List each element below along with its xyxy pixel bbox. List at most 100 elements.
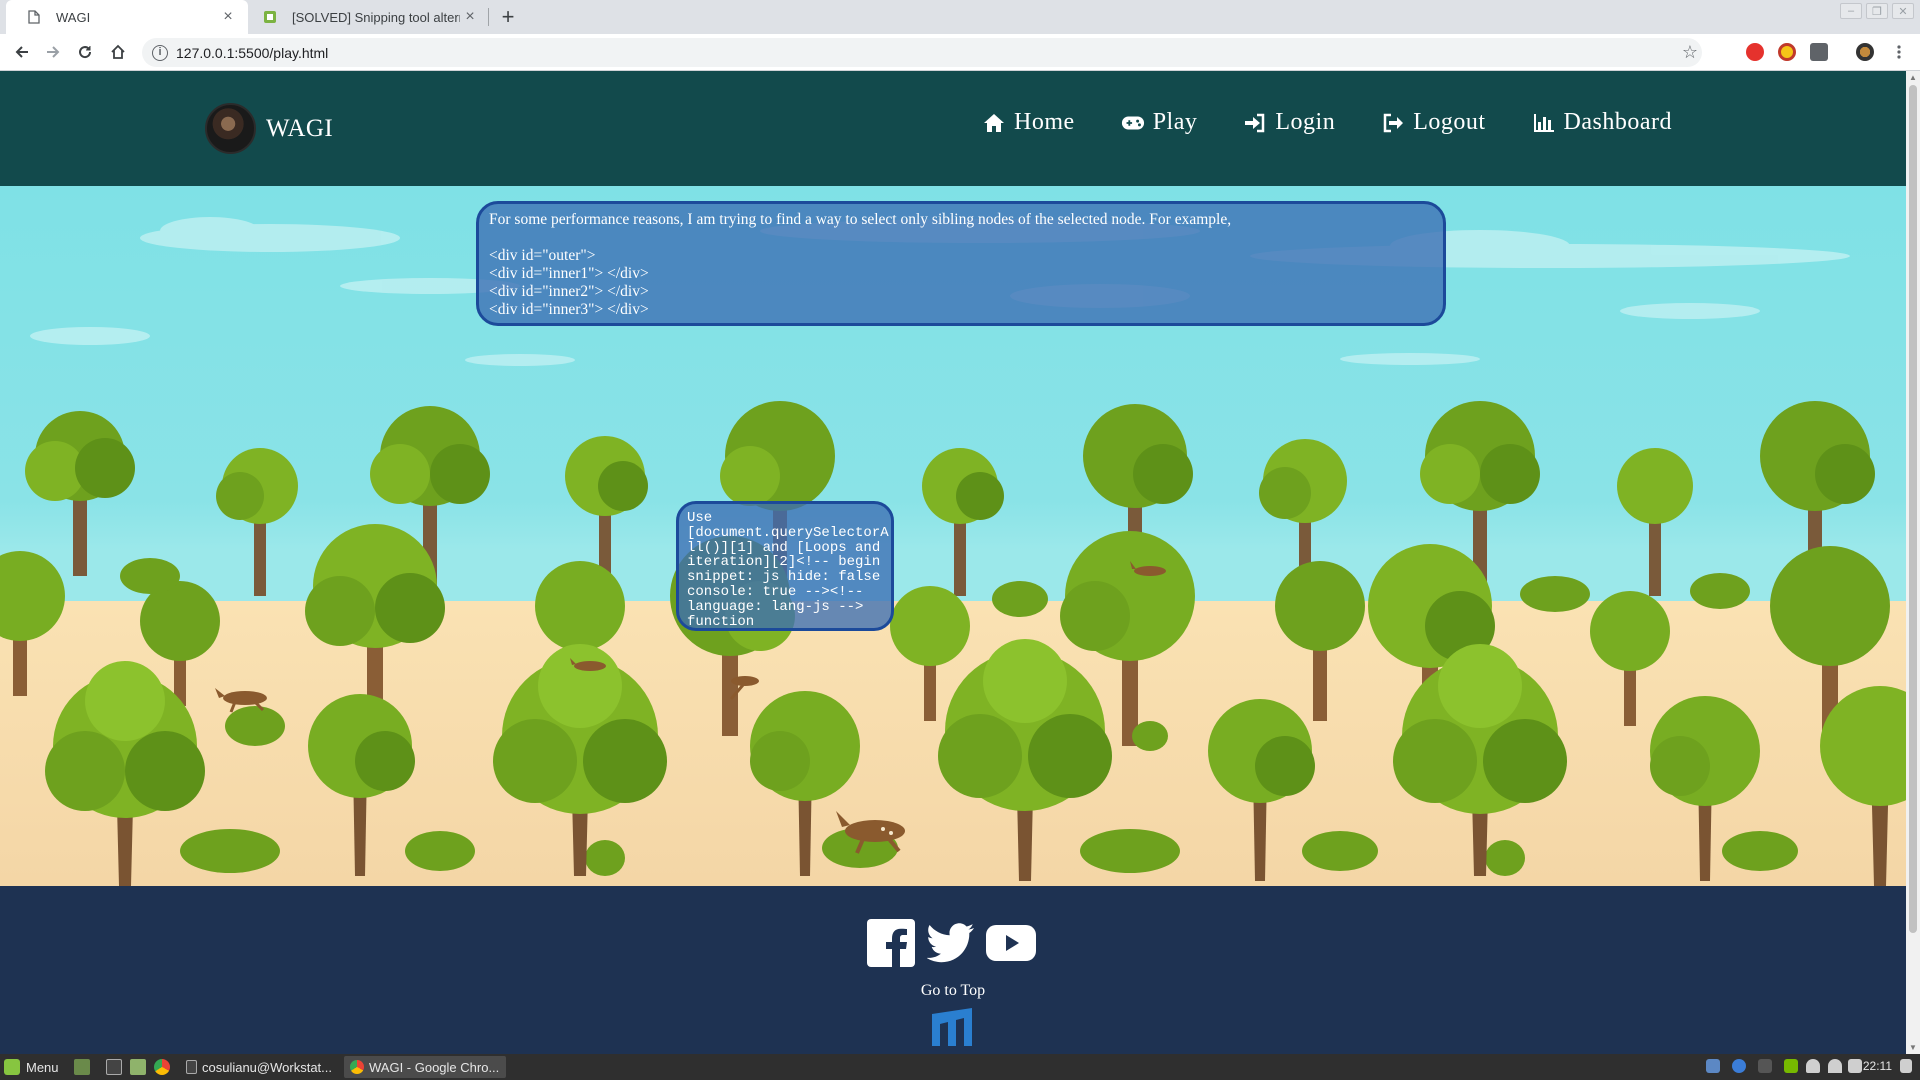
forward-icon[interactable] xyxy=(40,39,66,65)
extension-j-icon[interactable] xyxy=(1810,43,1828,61)
brand-name: WAGI xyxy=(266,114,334,142)
scrollbar-thumb[interactable] xyxy=(1909,85,1917,933)
chrome-launcher-icon[interactable] xyxy=(154,1057,170,1077)
nav-label: Home xyxy=(1014,109,1075,135)
twitter-icon[interactable] xyxy=(926,918,976,968)
gamepad-icon xyxy=(1121,111,1145,135)
facebook-icon[interactable] xyxy=(866,918,916,968)
close-icon[interactable]: × xyxy=(460,7,480,27)
restore-icon[interactable]: ❐ xyxy=(1866,3,1888,19)
taskbar-window-terminal[interactable]: cosulianu@Workstat... xyxy=(180,1056,338,1078)
bookmark-star-icon[interactable]: ☆ xyxy=(1682,42,1698,63)
taskbar-window-label: WAGI - Google Chro... xyxy=(369,1059,500,1075)
menu-kebab-icon[interactable] xyxy=(1886,39,1912,65)
answer-line: [document.querySelectorA xyxy=(687,524,889,541)
social-links xyxy=(866,918,1046,968)
page-scrollbar[interactable]: ▲ ▼ xyxy=(1906,71,1920,1054)
tab-wagi[interactable]: WAGI × xyxy=(6,0,248,34)
page-icon xyxy=(26,9,42,25)
nav-dashboard[interactable]: Dashboard xyxy=(1532,109,1672,136)
question-line: <div id="inner1"> </div> xyxy=(489,265,649,282)
site-info-icon[interactable]: i xyxy=(152,44,168,61)
taskbar-window-label: cosulianu@Workstat... xyxy=(201,1059,332,1075)
forum-favicon-icon xyxy=(262,9,278,25)
answer-line: function xyxy=(687,613,755,630)
home-icon xyxy=(982,111,1006,135)
nav-login[interactable]: Login xyxy=(1243,109,1335,136)
brand[interactable]: WAGI xyxy=(205,103,333,154)
scroll-up-icon[interactable]: ▲ xyxy=(1909,73,1917,82)
youtube-icon[interactable] xyxy=(986,918,1036,968)
os-taskbar: Menu cosulianu@Workstat... WAGI - Google… xyxy=(0,1054,1920,1080)
answer-speech-bubble: Use [document.querySelectorA ll()][1] an… xyxy=(676,501,894,631)
bluetooth-icon[interactable] xyxy=(1732,1059,1746,1073)
close-window-icon[interactable]: ✕ xyxy=(1892,3,1914,19)
question-speech-bubble: For some performance reasons, I am tryin… xyxy=(476,201,1446,326)
terminal-window-icon xyxy=(186,1060,197,1074)
opera-extension-icon[interactable] xyxy=(1746,43,1764,61)
tab-title: [SOLVED] Snipping tool alternat xyxy=(292,9,460,25)
go-to-top-link[interactable]: Go to Top xyxy=(0,982,1906,1000)
tab-snipping-tool[interactable]: [SOLVED] Snipping tool alternat × xyxy=(250,0,490,34)
web-page: WAGI Home Play Login Logout Dashboard Fo… xyxy=(0,71,1906,1054)
background-trees xyxy=(25,401,1875,596)
files-icon[interactable] xyxy=(130,1057,146,1077)
game-scene[interactable]: For some performance reasons, I am tryin… xyxy=(0,186,1906,886)
bar-chart-icon xyxy=(1532,111,1556,135)
user-icon[interactable] xyxy=(1806,1059,1820,1073)
volume-icon[interactable] xyxy=(1900,1059,1912,1073)
clock[interactable]: 22:11 xyxy=(1863,1059,1892,1073)
scroll-down-icon[interactable]: ▼ xyxy=(1909,1043,1917,1052)
nav-home[interactable]: Home xyxy=(982,109,1075,136)
answer-line: ll()][1] and [Loops and xyxy=(687,539,881,556)
new-tab-button[interactable]: + xyxy=(496,6,520,30)
nav-label: Dashboard xyxy=(1563,109,1672,135)
tab-title: WAGI xyxy=(56,9,91,25)
browser-toolbar: i 127.0.0.1:5500/play.html ☆ xyxy=(0,34,1920,71)
mint-logo-icon xyxy=(4,1059,20,1075)
site-navbar: WAGI Home Play Login Logout Dashboard xyxy=(0,71,1906,186)
nvidia-icon[interactable] xyxy=(1784,1059,1798,1073)
answer-line: console: true --><!-- xyxy=(687,583,864,600)
taskbar-window-chrome[interactable]: WAGI - Google Chro... xyxy=(344,1056,506,1078)
tab-divider xyxy=(488,8,489,26)
address-bar[interactable]: i 127.0.0.1:5500/play.html ☆ xyxy=(142,38,1702,67)
answer-line: snippet: js hide: false xyxy=(687,569,881,586)
sign-out-icon xyxy=(1381,111,1405,135)
question-line: ​ xyxy=(489,229,1433,247)
minimize-icon[interactable]: – xyxy=(1840,3,1862,19)
nav-label: Login xyxy=(1275,109,1336,135)
shield-icon[interactable] xyxy=(1706,1059,1720,1073)
nav-logout[interactable]: Logout xyxy=(1381,109,1485,136)
middle-trees xyxy=(0,524,1890,746)
home-button-icon[interactable] xyxy=(105,39,131,65)
back-icon[interactable] xyxy=(9,39,35,65)
close-icon[interactable]: × xyxy=(218,7,238,27)
show-desktop-icon[interactable] xyxy=(74,1057,90,1077)
question-line: <div id="inner2"> </div> xyxy=(489,283,649,300)
brand-logo-avatar xyxy=(205,103,256,154)
profile-avatar[interactable] xyxy=(1856,43,1874,61)
browser-tabstrip: WAGI × [SOLVED] Snipping tool alternat ×… xyxy=(0,0,1920,34)
nav-label: Logout xyxy=(1413,109,1486,135)
footer-logo-icon[interactable] xyxy=(930,1006,974,1048)
answer-line: Use xyxy=(687,510,713,526)
chrome-window-icon xyxy=(350,1060,364,1074)
nav-play[interactable]: Play xyxy=(1121,109,1198,136)
start-menu-button[interactable]: Menu xyxy=(4,1057,59,1077)
answer-line: language: lang-js --> xyxy=(687,598,864,615)
answer-line: iteration][2]<!-- begin xyxy=(687,554,881,571)
menu-label: Menu xyxy=(26,1059,59,1075)
tray-settings-icon[interactable] xyxy=(1758,1059,1772,1073)
question-line: For some performance reasons, I am tryin… xyxy=(489,211,1232,228)
battery-icon[interactable] xyxy=(1848,1059,1862,1073)
nav-label: Play xyxy=(1152,109,1198,135)
extension-icon[interactable] xyxy=(1778,43,1796,61)
question-line: <div id="outer"> xyxy=(489,247,596,264)
wifi-icon[interactable] xyxy=(1828,1059,1842,1073)
reload-icon[interactable] xyxy=(72,39,98,65)
screen: WAGI × [SOLVED] Snipping tool alternat ×… xyxy=(0,0,1920,1080)
sign-in-icon xyxy=(1243,111,1267,135)
question-line: <div id="inner3"> </div> xyxy=(489,301,649,318)
terminal-icon[interactable] xyxy=(106,1057,122,1077)
